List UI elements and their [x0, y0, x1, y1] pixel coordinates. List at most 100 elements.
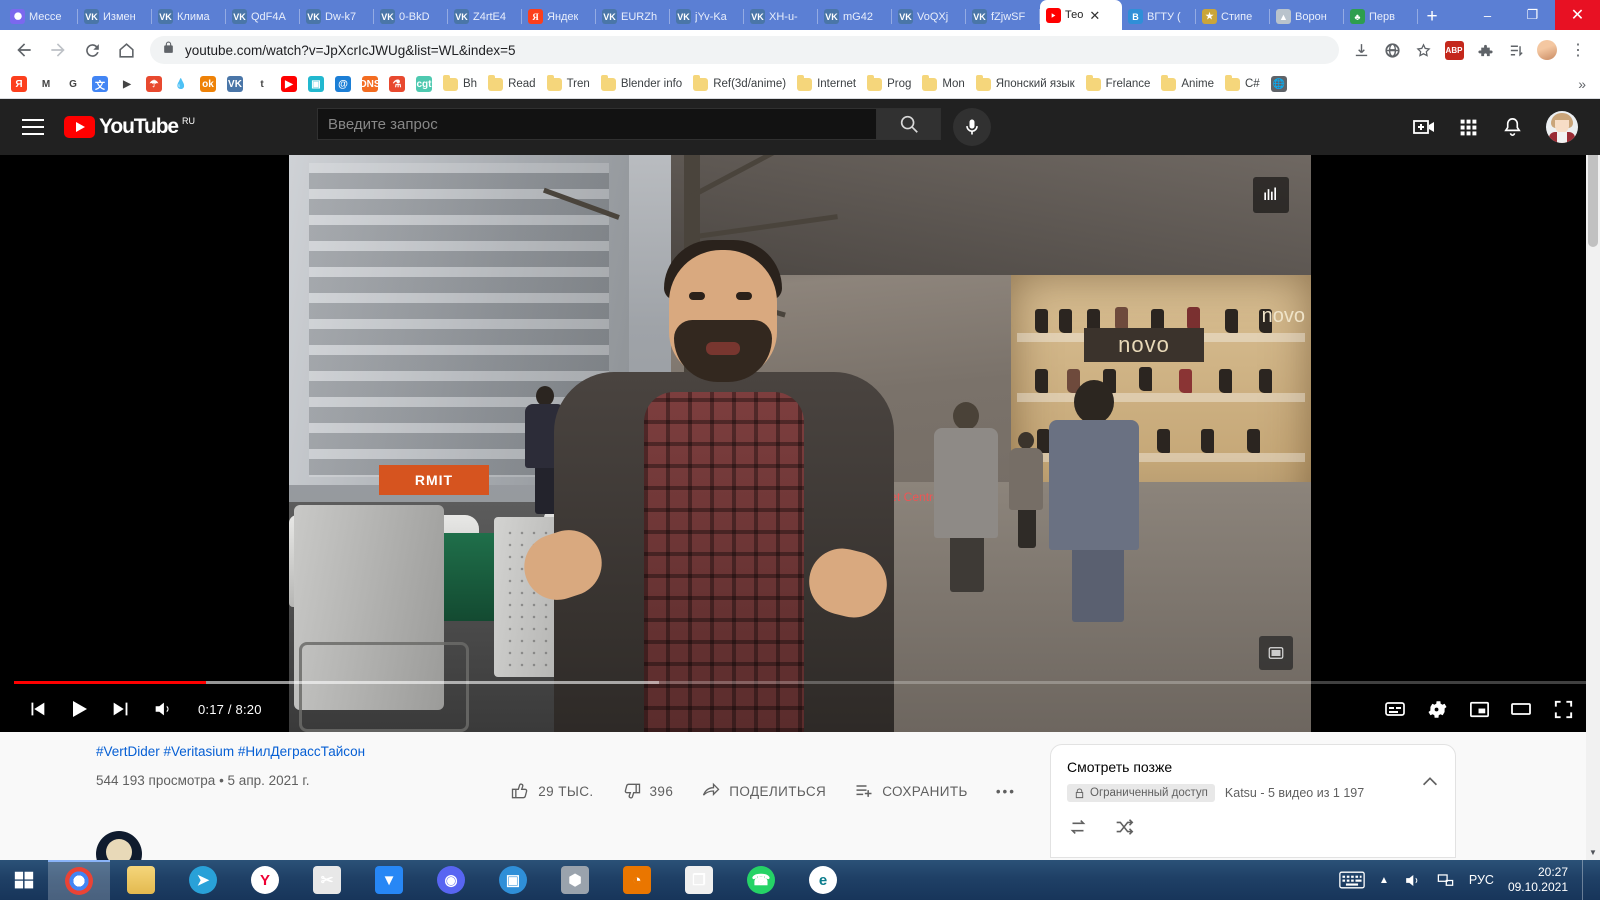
reload-button[interactable] [76, 34, 108, 66]
bookmark-item[interactable]: cgt [411, 73, 437, 95]
bookmark-item[interactable]: Internet [792, 74, 861, 94]
bookmark-item[interactable]: Anime [1156, 74, 1219, 94]
playlist-title[interactable]: Смотреть позже [1067, 759, 1439, 775]
show-hidden-icons-icon[interactable]: ▲ [1379, 875, 1389, 886]
create-video-icon[interactable] [1412, 115, 1436, 139]
volume-icon[interactable] [1403, 871, 1422, 890]
download-icon[interactable] [1347, 36, 1375, 64]
windows-start-icon[interactable] [0, 860, 48, 900]
fullscreen-icon[interactable] [1542, 688, 1584, 730]
taskbar-item-blender[interactable]: ◔ [606, 860, 668, 900]
close-window-button[interactable]: ✕ [1555, 0, 1600, 30]
browser-tab[interactable]: VK jYv-Ka [670, 3, 744, 30]
new-tab-button[interactable]: + [1418, 3, 1446, 30]
browser-tab[interactable]: ▲ Ворон [1270, 3, 1344, 30]
loop-icon[interactable] [1067, 816, 1089, 843]
bookmark-item[interactable]: ▶ [114, 73, 140, 95]
page-scrollbar[interactable]: ▲ ▼ [1586, 99, 1600, 860]
minimize-button[interactable]: – [1465, 0, 1510, 30]
taskbar-item-explorer[interactable] [110, 860, 172, 900]
bookmarks-overflow-button[interactable]: » [1570, 76, 1594, 92]
shuffle-icon[interactable] [1113, 816, 1135, 843]
bookmark-item[interactable]: ok [195, 73, 221, 95]
video-frame[interactable]: novo novo RMIT Target Centre [289, 155, 1311, 732]
browser-tab[interactable]: VK Z4rtE4 [448, 3, 522, 30]
keyboard-icon[interactable] [1339, 871, 1365, 889]
browser-tab[interactable]: VK VoQXj [892, 3, 966, 30]
taskbar-item-telegram[interactable]: ➤ [172, 860, 234, 900]
show-desktop-button[interactable] [1582, 860, 1590, 900]
avatar[interactable] [1546, 111, 1578, 143]
bookmark-item[interactable]: Ref(3d/anime) [688, 74, 791, 94]
next-video-icon[interactable] [100, 688, 142, 730]
theater-mode-icon[interactable] [1500, 688, 1542, 730]
browser-tab[interactable]: VK QdF4A [226, 3, 300, 30]
bookmark-item[interactable]: Frelance [1081, 74, 1156, 94]
channel-watermark-icon[interactable] [1253, 177, 1289, 213]
taskbar-item-vk[interactable]: ▼ [358, 860, 420, 900]
chevron-up-icon[interactable] [1419, 771, 1441, 798]
browser-tab[interactable]: VK 0-BkD [374, 3, 448, 30]
bookmark-item[interactable]: ▣ [303, 73, 329, 95]
dislike-button[interactable]: 396 [610, 773, 686, 809]
browser-tab[interactable]: ♣ Перв [1344, 3, 1418, 30]
close-tab-icon[interactable]: ✕ [1089, 9, 1100, 22]
video-player[interactable]: novo novo RMIT Target Centre 0:17 / 8:20 [0, 155, 1600, 732]
more-actions-icon[interactable]: ••• [984, 776, 1028, 807]
bell-icon[interactable] [1501, 116, 1524, 139]
search-input-wrapper[interactable] [317, 108, 878, 140]
previous-video-icon[interactable] [16, 688, 58, 730]
subtitles-icon[interactable] [1374, 688, 1416, 730]
taskbar-item-copy-app[interactable]: ❐ [668, 860, 730, 900]
taskbar-item-edge[interactable]: e [792, 860, 854, 900]
video-tags[interactable]: #VertDider #Veritasium #НилДеграссТайсон [96, 744, 1050, 759]
bookmark-item[interactable]: Я [6, 73, 32, 95]
bookmark-item[interactable]: DNS [357, 73, 383, 95]
browser-tab[interactable]: В ВГТУ ( [1122, 3, 1196, 30]
bookmark-item[interactable]: Blender info [596, 74, 687, 94]
browser-tab[interactable]: VK Измен [78, 3, 152, 30]
share-button[interactable]: ПОДЕЛИТЬСЯ [689, 773, 838, 809]
taskbar-item-discord[interactable]: ◉ [420, 860, 482, 900]
star-icon[interactable] [1409, 36, 1437, 64]
bookmark-item[interactable]: ▶ [276, 73, 302, 95]
bookmark-item[interactable]: Prog [862, 74, 916, 94]
browser-tab[interactable]: Я Яндек [522, 3, 596, 30]
browser-tab[interactable]: Мессе [4, 3, 78, 30]
guide-menu-icon[interactable] [22, 118, 46, 136]
chrome-menu-button[interactable]: ⋮ [1564, 36, 1592, 64]
bookmark-item[interactable]: Read [483, 74, 541, 94]
browser-tab[interactable]: VK mG42 [818, 3, 892, 30]
browser-tab[interactable]: VK EURZh [596, 3, 670, 30]
browser-tab[interactable]: VK Dw-k7 [300, 3, 374, 30]
browser-tab[interactable]: VK XH-u- [744, 3, 818, 30]
maximize-button[interactable]: ❐ [1510, 0, 1555, 30]
taskbar-item-chrome[interactable] [48, 860, 110, 900]
bookmark-item[interactable]: Mon [917, 74, 969, 94]
bookmark-item[interactable]: C# [1220, 74, 1265, 94]
bookmark-item[interactable]: M [33, 73, 59, 95]
youtube-logo[interactable]: YouTube RU [64, 116, 195, 138]
bookmark-item[interactable]: 🌐 [1266, 73, 1292, 95]
profile-avatar[interactable] [1533, 36, 1561, 64]
miniplayer-icon[interactable] [1458, 688, 1500, 730]
bookmark-item[interactable]: ⚗ [384, 73, 410, 95]
like-button[interactable]: 29 ТЫС. [498, 773, 605, 809]
puzzle-icon[interactable] [1471, 36, 1499, 64]
abp-icon[interactable]: ABP [1440, 36, 1468, 64]
translate-icon[interactable] [1378, 36, 1406, 64]
bookmark-item[interactable]: G [60, 73, 86, 95]
taskbar-item-yandex-browser[interactable]: Y [234, 860, 296, 900]
taskbar-item-snipping-tool[interactable]: ✂ [296, 860, 358, 900]
network-icon[interactable] [1436, 871, 1455, 890]
taskbar-item-3d-app[interactable]: ⬢ [544, 860, 606, 900]
bookmark-item[interactable]: ☂ [141, 73, 167, 95]
bookmark-item[interactable]: Японский язык [971, 74, 1080, 94]
bookmark-item[interactable]: Bh [438, 74, 482, 94]
taskbar-item-bandicam[interactable]: ▣ [482, 860, 544, 900]
bookmark-item[interactable]: @ [330, 73, 356, 95]
search-input[interactable] [328, 115, 867, 133]
clock[interactable]: 20:27 09.10.2021 [1508, 865, 1568, 895]
scroll-down-arrow[interactable]: ▼ [1586, 844, 1600, 860]
save-button[interactable]: СОХРАНИТЬ [842, 773, 980, 809]
